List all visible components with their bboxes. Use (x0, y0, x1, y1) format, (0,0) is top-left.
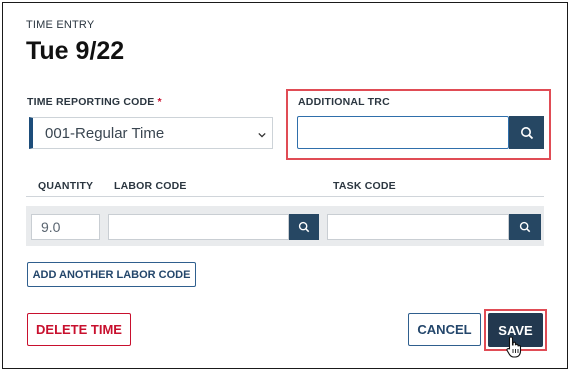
task-code-header: TASK CODE (333, 180, 396, 192)
add-labor-code-button[interactable]: ADD ANOTHER LABOR CODE (27, 262, 196, 287)
labor-code-input[interactable] (108, 214, 289, 240)
required-mark: * (157, 96, 162, 108)
search-icon (519, 221, 531, 233)
search-icon (298, 221, 310, 233)
additional-trc-input[interactable] (297, 116, 509, 149)
trc-label: TIME REPORTING CODE * (27, 96, 162, 108)
quantity-header: QUANTITY (38, 180, 94, 192)
quantity-input[interactable]: 9.0 (31, 214, 100, 240)
additional-trc-label: ADDITIONAL TRC (298, 96, 390, 108)
task-code-search-button[interactable] (509, 214, 541, 240)
additional-trc-search-button[interactable] (509, 116, 544, 149)
task-code-input[interactable] (327, 214, 509, 240)
table-divider (26, 196, 544, 197)
dialog-title: Tue 9/22 (26, 37, 125, 65)
trc-select[interactable]: 001-Regular Time (29, 117, 273, 149)
trc-selected-value: 001-Regular Time (45, 125, 165, 142)
cancel-button[interactable]: CANCEL (408, 313, 481, 346)
dialog-eyebrow: TIME ENTRY (26, 19, 95, 31)
labor-code-header: LABOR CODE (114, 180, 187, 192)
chevron-down-icon (258, 132, 266, 138)
hand-cursor-icon (506, 336, 522, 358)
labor-code-search-button[interactable] (289, 214, 319, 240)
delete-time-button[interactable]: DELETE TIME (27, 313, 131, 346)
search-icon (520, 126, 533, 139)
trc-label-text: TIME REPORTING CODE (27, 96, 155, 108)
